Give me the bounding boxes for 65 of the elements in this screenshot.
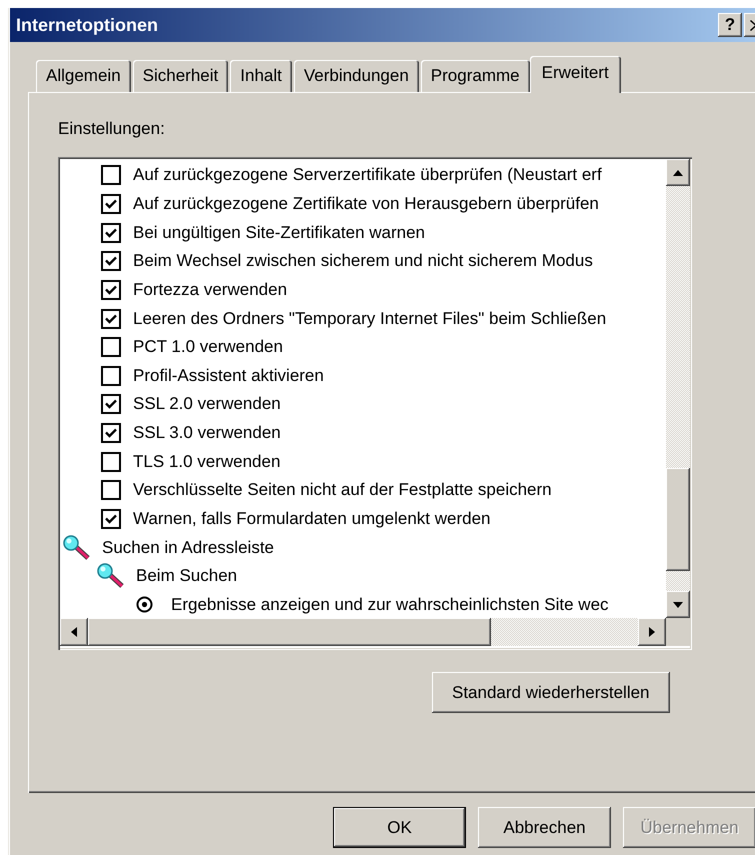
checkmark-icon <box>105 314 117 324</box>
checkmark-icon <box>105 514 117 524</box>
setting-label: SSL 3.0 verwenden <box>133 423 281 444</box>
checkbox[interactable] <box>101 452 121 472</box>
setting-label: Verschlüsselte Seiten nicht auf der Festplatte speichern <box>133 480 552 500</box>
tab[interactable]: Sicherheit <box>132 60 228 92</box>
arrow-up-icon <box>673 170 683 176</box>
setting-label: Beim Wechsel zwischen sicherem und nicht sicherem Modus <box>133 251 593 272</box>
settings-label: Einstellungen: <box>58 119 165 139</box>
checkmark-icon <box>105 428 117 438</box>
setting-label: Fortezza verwenden <box>133 280 288 300</box>
checkmark-icon <box>105 256 117 266</box>
arrow-right-icon <box>649 627 655 637</box>
tab[interactable]: Inhalt <box>230 60 292 92</box>
arrow-down-icon <box>673 602 683 608</box>
setting-label: Bei ungültigen Site-Zertifikaten warnen <box>133 222 425 243</box>
scroll-down-button[interactable] <box>666 591 690 618</box>
checkbox[interactable] <box>101 480 121 500</box>
setting-label: TLS 1.0 verwenden <box>133 452 280 472</box>
restore-defaults-button[interactable]: Standard wiederherstellen <box>432 672 670 713</box>
window-title: Internetoptionen <box>16 14 159 36</box>
setting-label: Auf zurückgezogene Serverzertifikate überprüfen (Neustart erf <box>133 165 602 186</box>
tab[interactable]: Programme <box>420 60 530 92</box>
checkbox[interactable] <box>101 251 121 272</box>
checkmark-icon <box>105 228 117 238</box>
setting-label: Auf zurückgezogene Zertifikate von Herausgebern überprüfen <box>133 194 599 214</box>
checkbox[interactable] <box>101 337 121 358</box>
scrollbar-corner <box>666 618 690 646</box>
help-button[interactable]: ? <box>718 13 742 37</box>
tab[interactable]: Allgemein <box>36 60 131 92</box>
setting-label: Profil-Assistent aktivieren <box>133 366 324 386</box>
checkbox[interactable] <box>101 222 121 243</box>
horizontal-scrollbar[interactable] <box>60 618 666 646</box>
setting-label: Leeren des Ordners "Temporary Internet Files" beim Schließen <box>133 308 606 329</box>
magnifier-icon <box>97 563 125 590</box>
setting-label: PCT 1.0 verwenden <box>133 337 283 358</box>
setting-label: SSL 2.0 verwenden <box>133 394 281 414</box>
category-label: Suchen in Adressleiste <box>102 538 274 558</box>
setting-label: Warnen, falls Formulardaten umgelenkt werden <box>133 509 490 529</box>
scroll-up-button[interactable] <box>666 159 690 186</box>
checkbox[interactable] <box>101 280 121 300</box>
tab[interactable]: Erweitert <box>530 56 621 93</box>
vertical-scrollbar[interactable] <box>666 159 690 618</box>
arrow-left-icon <box>71 627 77 637</box>
checkbox[interactable] <box>101 366 121 386</box>
checkmark-icon <box>105 198 117 209</box>
scroll-right-button[interactable] <box>638 618 666 646</box>
category-label: Beim Suchen <box>136 566 238 586</box>
scroll-thumb[interactable] <box>88 618 491 646</box>
tab[interactable]: Verbindungen <box>294 60 419 92</box>
checkbox[interactable] <box>101 423 121 444</box>
checkbox[interactable] <box>101 394 121 414</box>
radio-button[interactable] <box>136 596 153 614</box>
checkbox[interactable] <box>101 509 121 529</box>
checkbox[interactable] <box>101 165 121 186</box>
scroll-left-button[interactable] <box>60 618 88 646</box>
magnifier-icon <box>63 534 91 561</box>
checkbox[interactable] <box>101 194 121 214</box>
dialog-button[interactable]: OK <box>333 807 466 848</box>
option-label: Ergebnisse anzeigen und zur wahrscheinlichsten Site wec <box>171 594 609 615</box>
checkmark-icon <box>105 399 117 410</box>
checkmark-icon <box>105 284 117 295</box>
checkbox[interactable] <box>101 308 121 329</box>
scroll-thumb[interactable] <box>666 468 690 571</box>
dialog-button[interactable]: Abbrechen <box>478 807 611 848</box>
